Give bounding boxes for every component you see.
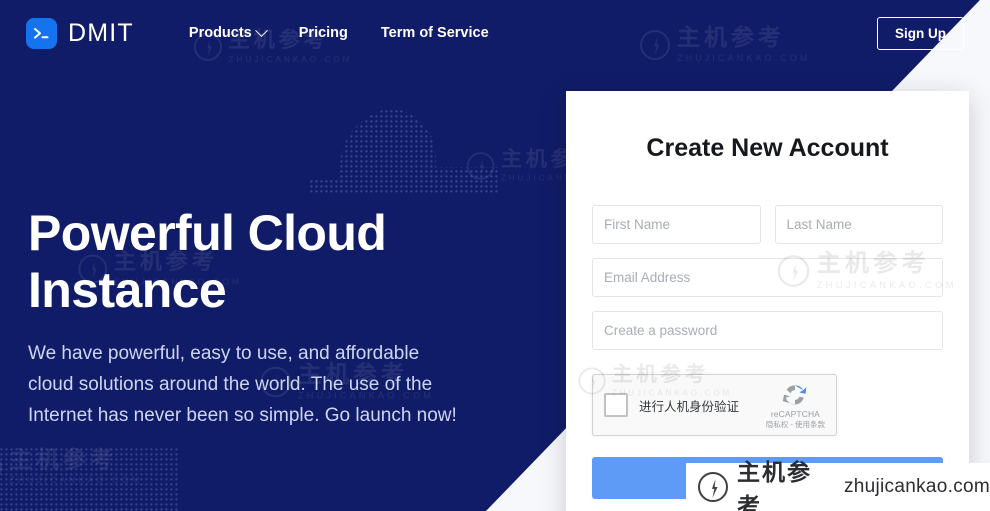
dotted-corner-decoration bbox=[0, 448, 180, 511]
recaptcha-terms-link[interactable]: 隐私权 - 使用条款 bbox=[766, 420, 825, 429]
nav-item-term-of-service[interactable]: Term of Service bbox=[381, 25, 489, 41]
watermark-banner: 主机参考 zhujicankao.com bbox=[686, 459, 990, 511]
terminal-prompt-icon bbox=[26, 17, 57, 49]
main-navigation: Products Pricing Term of Service bbox=[188, 23, 489, 41]
last-name-input[interactable] bbox=[774, 205, 943, 244]
email-input[interactable] bbox=[592, 258, 943, 297]
signup-card-title: Create New Account bbox=[646, 134, 889, 162]
recaptcha-branding: reCAPTCHA 隐私权 - 使用条款 bbox=[766, 381, 825, 429]
nav-item-label: Pricing bbox=[298, 25, 348, 41]
dotted-cloud-decoration bbox=[310, 108, 500, 195]
nav-item-products[interactable]: Products bbox=[188, 23, 268, 41]
nav-item-pricing[interactable]: Pricing bbox=[299, 25, 348, 41]
password-field-wrap bbox=[592, 311, 943, 350]
signup-card: Create New Account 进行人机身份验证 reCA bbox=[566, 91, 969, 511]
page-root: 主机参考 ZHUJICANKAO.COM 主机参考 ZHUJICANKAO.CO… bbox=[0, 0, 990, 511]
hero-title-line-2: Instance bbox=[28, 262, 227, 318]
password-input[interactable] bbox=[592, 311, 943, 350]
brand-logo-group[interactable]: DMIT bbox=[26, 17, 134, 49]
email-field-wrap bbox=[592, 258, 943, 297]
recaptcha-checkbox[interactable] bbox=[604, 393, 628, 417]
name-fields-row bbox=[592, 205, 943, 244]
banner-cn-text: 主机参考 bbox=[737, 459, 812, 511]
recaptcha-icon bbox=[783, 385, 807, 405]
banner-url-text: zhujicankao.com bbox=[843, 476, 990, 497]
hero-section: Powerful Cloud Instance We have powerful… bbox=[28, 205, 468, 431]
first-name-input[interactable] bbox=[592, 205, 761, 244]
page-title: Powerful Cloud Instance bbox=[28, 205, 468, 319]
nav-item-label: Term of Service bbox=[380, 25, 489, 41]
hero-subtitle: We have powerful, easy to use, and affor… bbox=[28, 343, 457, 426]
brand-name: DMIT bbox=[68, 18, 134, 47]
recaptcha-widget[interactable]: 进行人机身份验证 reCAPTCHA 隐私权 - 使用条款 bbox=[592, 374, 837, 436]
nav-item-label: Products bbox=[188, 25, 252, 41]
hero-title-line-1: Powerful Cloud bbox=[28, 205, 387, 261]
recaptcha-brand-name: reCAPTCHA bbox=[770, 409, 820, 420]
chevron-down-icon bbox=[254, 23, 268, 37]
recaptcha-label: 进行人机身份验证 bbox=[639, 399, 740, 414]
lightning-circle-icon bbox=[698, 472, 728, 502]
site-header: DMIT Products Pricing Term of Service Si… bbox=[0, 0, 990, 66]
sign-up-button[interactable]: Sign Up bbox=[877, 16, 964, 50]
